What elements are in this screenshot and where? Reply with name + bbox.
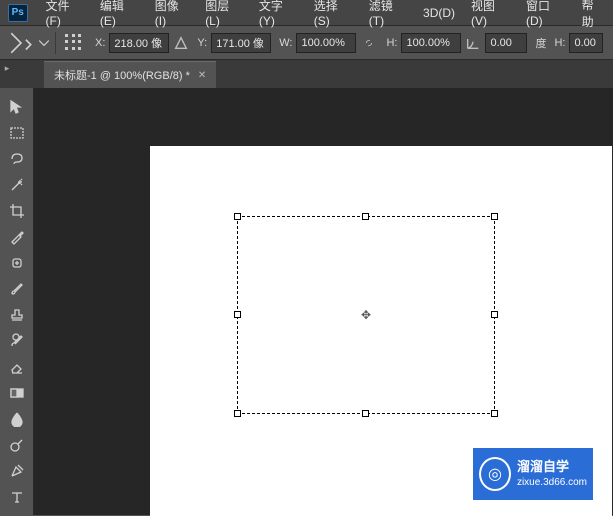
- document-tabbar: 未标题-1 @ 100%(RGB/8) * ✕: [0, 60, 613, 88]
- handle-top-mid[interactable]: [362, 213, 369, 220]
- move-tool-icon[interactable]: [2, 94, 32, 120]
- delta-icon[interactable]: [173, 31, 189, 55]
- transform-selection[interactable]: ✥: [237, 216, 495, 414]
- canvas-area[interactable]: ✥ ◎ 溜溜自学 zixue.3d66.com: [34, 88, 613, 515]
- menu-3d[interactable]: 3D(D): [415, 2, 463, 24]
- chevron-down-icon[interactable]: [38, 31, 50, 55]
- history-brush-tool-icon[interactable]: [2, 328, 32, 354]
- marquee-tool-icon[interactable]: [2, 120, 32, 146]
- menu-filter[interactable]: 滤镜(T): [361, 0, 415, 32]
- handle-bottom-right[interactable]: [491, 410, 498, 417]
- w-input[interactable]: [296, 33, 356, 53]
- blur-tool-icon[interactable]: [2, 406, 32, 432]
- x-label: X:: [95, 37, 105, 49]
- y-label: Y:: [197, 37, 207, 49]
- watermark-line2: zixue.3d66.com: [517, 476, 587, 490]
- menu-view[interactable]: 视图(V): [463, 0, 518, 32]
- eyedropper-tool-icon[interactable]: [2, 224, 32, 250]
- h2-label: H:: [554, 37, 565, 49]
- watermark: ◎ 溜溜自学 zixue.3d66.com: [473, 448, 593, 500]
- w-label: W:: [279, 37, 292, 49]
- crop-tool-icon[interactable]: [2, 198, 32, 224]
- menu-window[interactable]: 窗口(D): [518, 0, 574, 32]
- link-icon[interactable]: [360, 31, 378, 55]
- heal-tool-icon[interactable]: [2, 250, 32, 276]
- anchor-grid-icon[interactable]: [61, 31, 87, 55]
- wand-tool-icon[interactable]: [2, 172, 32, 198]
- watermark-text: 溜溜自学 zixue.3d66.com: [517, 458, 587, 490]
- tool-preset-icon[interactable]: [8, 31, 34, 55]
- separator: [55, 32, 56, 54]
- handle-top-left[interactable]: [234, 213, 241, 220]
- watermark-logo-icon: ◎: [479, 457, 511, 491]
- toolbox: [0, 88, 34, 515]
- watermark-line1: 溜溜自学: [517, 458, 587, 476]
- menubar: Ps 文件(F) 编辑(E) 图像(I) 图层(L) 文字(Y) 选择(S) 滤…: [0, 0, 613, 26]
- y-input[interactable]: [211, 33, 271, 53]
- menu-file[interactable]: 文件(F): [38, 0, 92, 32]
- menu-layer[interactable]: 图层(L): [197, 0, 251, 32]
- menu-help[interactable]: 帮助: [574, 0, 613, 34]
- gradient-tool-icon[interactable]: [2, 380, 32, 406]
- panel-collapse-icon[interactable]: ▸: [0, 60, 14, 76]
- x-input[interactable]: [109, 33, 169, 53]
- angle-input[interactable]: [485, 33, 527, 53]
- menu-image[interactable]: 图像(I): [147, 0, 197, 32]
- document-tab[interactable]: 未标题-1 @ 100%(RGB/8) * ✕: [44, 61, 216, 88]
- transform-center-icon[interactable]: ✥: [359, 308, 373, 322]
- h-label: H:: [386, 37, 397, 49]
- handle-mid-left[interactable]: [234, 311, 241, 318]
- h2-input[interactable]: [569, 33, 603, 53]
- pen-tool-icon[interactable]: [2, 458, 32, 484]
- workspace: ✥ ◎ 溜溜自学 zixue.3d66.com: [0, 88, 613, 515]
- close-icon[interactable]: ✕: [198, 70, 206, 81]
- stamp-tool-icon[interactable]: [2, 302, 32, 328]
- handle-mid-right[interactable]: [491, 311, 498, 318]
- type-tool-icon[interactable]: [2, 484, 32, 510]
- menu-select[interactable]: 选择(S): [306, 0, 361, 32]
- handle-bottom-left[interactable]: [234, 410, 241, 417]
- handle-top-right[interactable]: [491, 213, 498, 220]
- h-input[interactable]: [401, 33, 461, 53]
- handle-bottom-mid[interactable]: [362, 410, 369, 417]
- brush-tool-icon[interactable]: [2, 276, 32, 302]
- app-logo: Ps: [8, 4, 28, 22]
- menu-edit[interactable]: 编辑(E): [92, 0, 147, 32]
- angle-icon[interactable]: [465, 31, 481, 55]
- dodge-tool-icon[interactable]: [2, 432, 32, 458]
- document-tab-title: 未标题-1 @ 100%(RGB/8) *: [54, 67, 190, 83]
- angle-unit: 度: [535, 35, 546, 51]
- lasso-tool-icon[interactable]: [2, 146, 32, 172]
- eraser-tool-icon[interactable]: [2, 354, 32, 380]
- menu-type[interactable]: 文字(Y): [251, 0, 306, 32]
